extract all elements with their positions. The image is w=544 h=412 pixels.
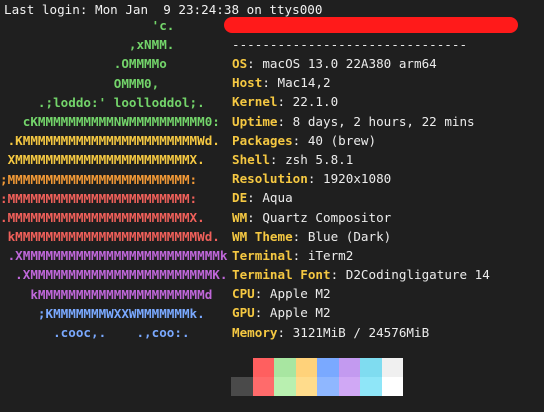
info-colon: : <box>262 75 278 91</box>
logo-line: XMMMMMMMMMMMMMMMMMMMMMMMX. <box>0 152 205 168</box>
info-key: Packages <box>232 132 293 148</box>
info-row: OS: macOS 13.0 22A380 arm64 <box>232 54 490 73</box>
info-key: Terminal Font <box>232 267 331 283</box>
info-value: macOS 13.0 22A380 arm64 <box>262 56 437 71</box>
info-colon: : <box>307 171 323 187</box>
info-value: Aqua <box>262 190 293 206</box>
info-row: Memory: 3121MiB / 24576MiB <box>232 323 490 342</box>
info-row: Kernel: 22.1.0 <box>232 92 490 111</box>
logo-line: .XMMMMMMMMMMMMMMMMMMMMMMMMK. <box>0 267 228 283</box>
terminal-window[interactable]: Last login: Mon Jan 9 23:24:38 on ttys00… <box>0 0 544 412</box>
info-colon: : <box>254 305 270 321</box>
info-row: Host: Mac14,2 <box>232 73 490 92</box>
color-swatch <box>274 358 296 377</box>
info-key: Uptime <box>232 113 278 129</box>
info-key: Resolution <box>232 171 308 187</box>
color-swatch <box>231 358 253 377</box>
info-key: Kernel <box>232 94 278 110</box>
info-row: Packages: 40 (brew) <box>232 131 490 150</box>
info-value: 3121MiB / 24576MiB <box>292 324 430 340</box>
info-colon: : <box>247 190 263 206</box>
info-key: GPU <box>232 305 255 321</box>
info-value: 8 days, 2 hours, 22 mins <box>292 113 475 129</box>
info-row: Shell: zsh 5.8.1 <box>232 150 490 169</box>
info-value: Blue (Dark) <box>307 228 392 244</box>
color-swatch <box>295 377 317 396</box>
logo-line: 'c. <box>0 18 175 33</box>
color-swatch <box>317 377 339 396</box>
logo-line: ,xNMM. <box>0 37 175 53</box>
info-row: CPU: Apple M2 <box>232 284 490 303</box>
info-colon: : <box>254 286 270 302</box>
info-row: Terminal Font: D2Codingligature 14 <box>232 265 490 284</box>
info-key: Host <box>232 75 263 91</box>
info-key: WM <box>232 209 248 225</box>
apple-ascii-logo: 'c. ,xNMM. .OMMMMo OMMM0, .;loddo:' lool… <box>0 16 227 342</box>
info-key: OS <box>232 56 248 71</box>
logo-line: :MMMMMMMMMMMMMMMMMMMMMMMM: <box>0 190 198 206</box>
logo-line: kMMMMMMMMMMMMMMMMMMMMMMd <box>0 286 213 302</box>
info-colon: : <box>277 324 293 340</box>
color-palette <box>231 358 403 396</box>
info-row: WM Theme: Blue (Dark) <box>232 227 490 246</box>
info-colon: : <box>277 113 293 129</box>
info-row: WM: Quartz Compositor <box>232 208 490 227</box>
logo-line: .XMMMMMMMMMMMMMMMMMMMMMMMMMMk <box>0 248 228 264</box>
info-key: Shell <box>232 151 270 167</box>
info-value: 22.1.0 <box>292 94 339 110</box>
info-row: Resolution: 1920x1080 <box>232 169 490 188</box>
info-value: Apple M2 <box>269 305 331 321</box>
info-key: DE <box>232 190 248 206</box>
redacted-user-host-bar <box>224 17 518 33</box>
info-key: CPU <box>232 286 255 302</box>
info-value: 1920x1080 <box>323 171 392 187</box>
color-swatch <box>231 377 253 396</box>
color-swatch <box>338 377 360 396</box>
color-swatch <box>295 358 317 377</box>
logo-line: ;KMMMMMMMWXXWMMMMMMMk. <box>0 305 205 321</box>
info-value: Apple M2 <box>269 286 331 302</box>
info-value: D2Codingligature 14 <box>345 267 490 283</box>
color-swatch <box>360 377 382 396</box>
logo-line: kMMMMMMMMMMMMMMMMMMMMMMMMWd. <box>0 229 220 245</box>
color-swatch <box>338 358 360 377</box>
info-colon: : <box>292 247 308 263</box>
logo-line: .KMMMMMMMMMMMMMMMMMMMMMMMWd. <box>0 133 220 149</box>
logo-line: .cooc,. .,coo:. <box>0 325 190 340</box>
info-value: Quartz Compositor <box>262 209 392 225</box>
info-value: zsh 5.8.1 <box>285 151 354 167</box>
logo-line: .OMMMMo <box>0 56 167 72</box>
info-value: iTerm2 <box>307 247 354 263</box>
separator-line: ------------------------------- <box>232 37 468 52</box>
info-value: Mac14,2 <box>277 75 331 91</box>
color-swatch <box>317 358 339 377</box>
info-value: 40 (brew) <box>307 132 377 148</box>
color-swatch <box>252 377 274 396</box>
logo-line: .;loddo:' loolloddol;. <box>0 94 205 110</box>
info-colon: : <box>247 56 263 71</box>
logo-line: cKMMMMMMMMMMNWMMMMMMMMMM0: <box>0 113 220 129</box>
color-swatch <box>274 377 296 396</box>
color-swatch <box>360 358 382 377</box>
color-swatch <box>381 358 403 377</box>
info-key: Memory <box>232 324 278 340</box>
color-swatch <box>252 358 274 377</box>
info-colon: : <box>277 94 293 110</box>
info-row: DE: Aqua <box>232 188 490 207</box>
logo-line: .MMMMMMMMMMMMMMMMMMMMMMMMX. <box>0 209 205 225</box>
info-colon: : <box>247 209 263 225</box>
logo-line: ;MMMMMMMMMMMMMMMMMMMMMMMM: <box>0 171 198 187</box>
info-row: Uptime: 8 days, 2 hours, 22 mins <box>232 112 490 131</box>
info-row: GPU: Apple M2 <box>232 303 490 322</box>
info-colon: : <box>269 151 286 167</box>
info-key: Terminal <box>232 247 293 263</box>
info-colon: : <box>292 132 308 148</box>
color-swatch <box>381 377 403 396</box>
info-colon: : <box>292 228 308 244</box>
info-row: Terminal: iTerm2 <box>232 246 490 265</box>
logo-line: OMMM0, <box>0 75 160 91</box>
system-info-list: OS: macOS 13.0 22A380 arm64 Host: Mac14,2… <box>232 54 490 342</box>
info-key: WM Theme <box>232 228 293 244</box>
info-colon: : <box>330 267 346 283</box>
